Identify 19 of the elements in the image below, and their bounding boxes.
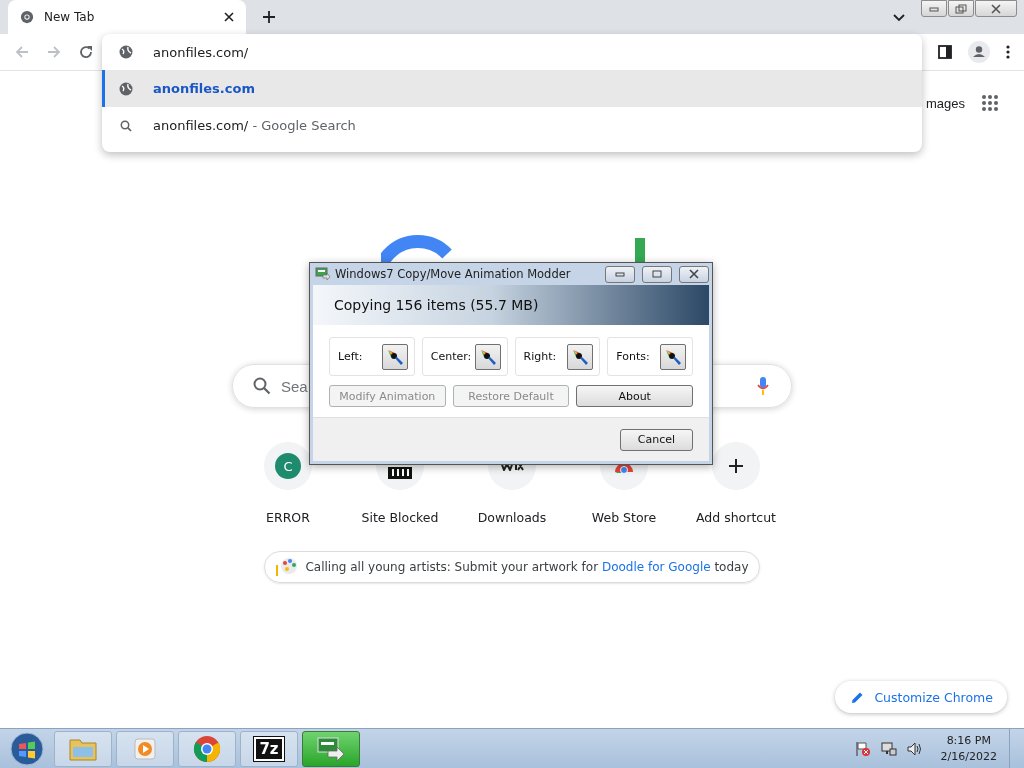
letter-avatar: C (275, 453, 301, 479)
shortcut-label: Site Blocked (361, 510, 439, 525)
promo-text: Calling all young artists: Submit your artwork for Doodle for Google today (305, 560, 749, 574)
picker-label: Center: (430, 350, 472, 363)
date-text: 2/16/2022 (940, 748, 997, 765)
shortcut-label: Add shortcut (696, 510, 776, 525)
shortcut-label: ERROR (266, 510, 310, 525)
picker-label: Fonts: (616, 350, 650, 363)
suggestion-text: anonfiles.com (153, 81, 255, 96)
window-title: Windows7 Copy/Move Animation Modder (335, 267, 571, 281)
picker-label: Left: (338, 350, 363, 363)
suggestion-text: anonfiles.com/ - Google Search (153, 118, 356, 133)
time-text: 8:16 PM (946, 732, 991, 749)
tab-title: New Tab (44, 10, 96, 24)
picker-label: Right: (523, 350, 557, 363)
archive-logo: 7z (254, 736, 284, 761)
shortcut-label: Web Store (591, 510, 657, 525)
header-text: Copying 156 items (55.7 MB) (334, 297, 539, 313)
shortcut-label: Downloads (477, 510, 547, 525)
